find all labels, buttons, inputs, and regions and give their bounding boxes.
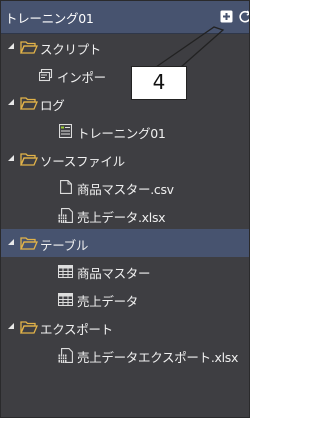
tree-item-label: トレーニング01 xyxy=(77,126,166,141)
tree-item-label: インポー xyxy=(57,70,106,85)
tree-folder-label: テーブル xyxy=(40,238,89,253)
collapse-arrow-icon[interactable] xyxy=(7,238,15,246)
refresh-icon[interactable] xyxy=(238,9,250,24)
tree-item-table-sales[interactable]: 売上データ xyxy=(1,285,249,313)
tree-folder-sources[interactable]: ソースファイル xyxy=(1,145,249,173)
folder-open-icon xyxy=(20,237,38,250)
tree-item-label: 売上データエクスポート.xlsx xyxy=(77,350,239,365)
tree-folder-label: スクリプト xyxy=(40,42,102,57)
tree-folder-label: ソースファイル xyxy=(40,154,125,169)
tree-item-table-products[interactable]: 商品マスター xyxy=(1,257,249,285)
collapse-arrow-icon[interactable] xyxy=(7,42,15,50)
tree-folder-scripts[interactable]: スクリプト xyxy=(1,33,249,61)
explorer-panel: トレーニング01 スクリプト インポー ログ トレーニング01 ソースファイル … xyxy=(0,0,250,418)
folder-open-icon xyxy=(20,321,38,334)
new-item-icon[interactable] xyxy=(220,10,233,23)
tree-item-source-csv[interactable]: 商品マスター.csv xyxy=(1,173,249,201)
collapse-arrow-icon[interactable] xyxy=(7,322,15,330)
tree-item-label: 商品マスター xyxy=(77,266,151,281)
tree-item-label: 商品マスター.csv xyxy=(77,182,174,197)
collapse-arrow-icon[interactable] xyxy=(7,98,15,106)
tree-item-label: 売上データ xyxy=(77,294,139,309)
log-file-icon xyxy=(59,124,72,138)
spreadsheet-file-icon xyxy=(58,348,73,363)
collapse-arrow-icon[interactable] xyxy=(7,154,15,162)
file-icon xyxy=(60,180,72,194)
tree-item-source-xlsx[interactable]: 売上データ.xlsx xyxy=(1,201,249,229)
tree-item-label: 売上データ.xlsx xyxy=(77,210,166,225)
tree-folder-logs[interactable]: ログ xyxy=(1,89,249,117)
tree-item-export-xlsx[interactable]: 売上データエクスポート.xlsx xyxy=(1,341,249,369)
folder-open-icon xyxy=(20,153,38,166)
tree-folder-tables[interactable]: テーブル xyxy=(1,229,249,257)
folder-open-icon xyxy=(20,97,38,110)
panel-title: トレーニング01 xyxy=(5,11,94,26)
panel-header: トレーニング01 xyxy=(1,1,250,34)
table-icon xyxy=(58,265,73,278)
callout-number: 4 xyxy=(131,66,187,100)
table-icon xyxy=(58,293,73,306)
folder-open-icon xyxy=(20,41,38,54)
tree-folder-label: ログ xyxy=(40,98,65,113)
tree-item-log[interactable]: トレーニング01 xyxy=(1,117,249,145)
tree-folder-label: エクスポート xyxy=(40,322,113,337)
spreadsheet-file-icon xyxy=(58,208,73,223)
tree-item-import-script[interactable]: インポー xyxy=(1,61,249,89)
tree-folder-exports[interactable]: エクスポート xyxy=(1,313,249,341)
script-icon xyxy=(39,69,53,82)
